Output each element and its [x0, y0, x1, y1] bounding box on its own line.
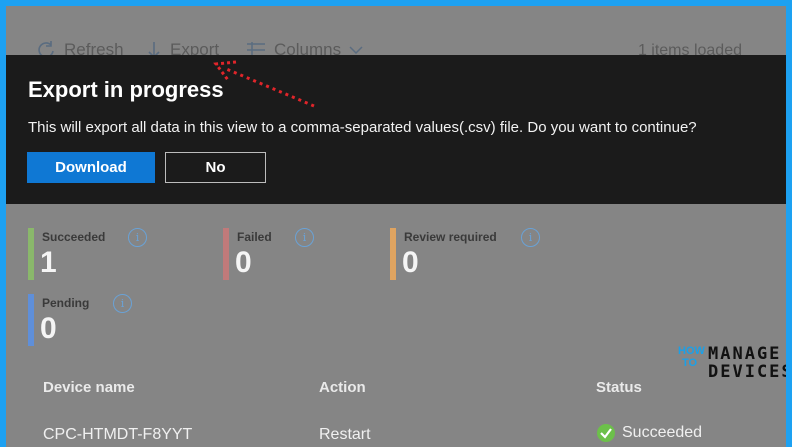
status-text: Succeeded	[622, 424, 703, 441]
succeeded-label: Succeeded	[42, 230, 106, 244]
review-required-tile[interactable]: Review required 0	[390, 228, 590, 280]
pending-count: 0	[40, 312, 57, 345]
download-button[interactable]: Download	[27, 152, 155, 183]
action-cell: Restart	[319, 426, 371, 443]
failed-tile[interactable]: Failed 0	[223, 228, 363, 280]
logo-manage-text: MANAGE	[708, 344, 782, 364]
review-required-bar	[390, 228, 396, 280]
logo-devices-text: DEVICES	[708, 362, 786, 382]
succeeded-count: 1	[40, 246, 57, 279]
succeeded-tile[interactable]: Succeeded 1	[28, 228, 188, 280]
annotation-arrow-icon	[213, 60, 315, 108]
dialog-title: Export in progress	[28, 77, 224, 102]
review-required-label: Review required	[404, 230, 497, 244]
failed-label: Failed	[237, 230, 272, 244]
pending-bar	[28, 294, 34, 346]
column-header-action[interactable]: Action	[319, 379, 366, 396]
info-icon[interactable]: i	[295, 228, 314, 247]
logo-how-text: HOW	[678, 345, 705, 357]
column-header-device-name[interactable]: Device name	[43, 379, 135, 396]
failed-count: 0	[235, 246, 252, 279]
logo-to-text: TO	[682, 357, 698, 369]
info-icon[interactable]: i	[113, 294, 132, 313]
chevron-down-icon	[349, 46, 363, 55]
info-icon[interactable]: i	[521, 228, 540, 247]
succeeded-bar	[28, 228, 34, 280]
main-panel: Refresh Export Columns 1 items loaded Ex…	[6, 6, 786, 447]
pending-tile[interactable]: Pending 0	[28, 294, 188, 346]
info-icon[interactable]: i	[128, 228, 147, 247]
dialog-message: This will export all data in this view t…	[28, 119, 697, 136]
failed-bar	[223, 228, 229, 280]
export-dialog: Export in progress This will export all …	[6, 55, 786, 204]
review-required-count: 0	[402, 246, 419, 279]
pending-label: Pending	[42, 296, 90, 310]
column-header-status[interactable]: Status	[596, 379, 642, 396]
device-name-cell[interactable]: CPC-HTMDT-F8YYT	[43, 426, 192, 444]
status-cell: Succeeded	[596, 423, 702, 443]
check-circle-icon	[597, 424, 615, 442]
no-button[interactable]: No	[165, 152, 266, 183]
